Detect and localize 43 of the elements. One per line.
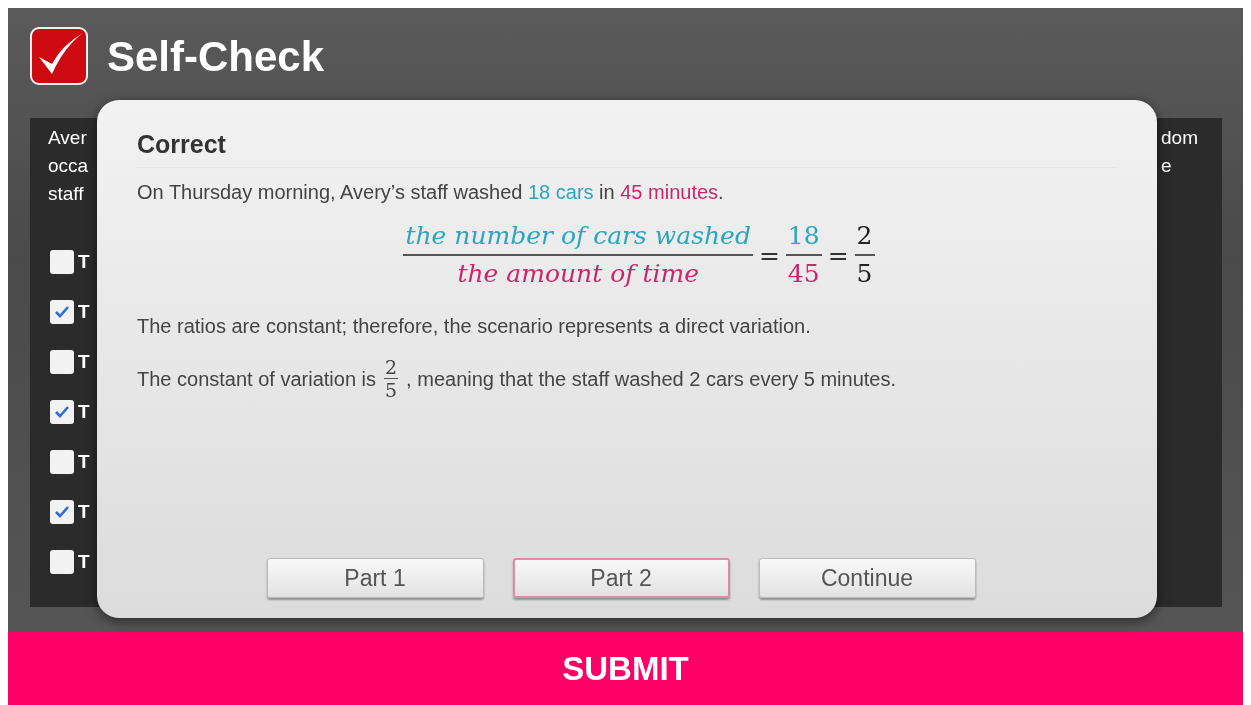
equals-sign: =: [827, 240, 849, 270]
answer-label: T: [78, 501, 90, 523]
dialog-title: Correct: [137, 130, 1117, 168]
checkmark-icon: [54, 305, 70, 319]
dialog-button[interactable]: Part 2: [512, 558, 730, 598]
question-text: dom: [1161, 126, 1198, 150]
app-title: Self-Check: [107, 36, 325, 78]
checkmark-icon: [54, 405, 70, 419]
answer-checkbox[interactable]: [50, 550, 74, 574]
constant-text: , meaning that the staff washed 2 cars every 5 minutes.: [406, 366, 896, 391]
answer-label: T: [78, 301, 90, 323]
numerator-value: 2: [384, 356, 399, 379]
constant-text: The constant of variation is: [137, 366, 376, 391]
conclusion-text: The ratios are constant; therefore, the scenario represents a direct variation.: [137, 314, 812, 338]
numerator-text: the number of cars washed: [403, 218, 753, 256]
numerator-value: 18: [785, 218, 822, 256]
answer-checkbox[interactable]: [50, 300, 74, 324]
question-text: occa: [48, 154, 90, 178]
answer-label: T: [78, 351, 90, 373]
question-text: Aver: [48, 126, 88, 150]
answer-label: T: [78, 401, 90, 423]
dialog-button[interactable]: Part 1: [266, 558, 484, 598]
answer-label: T: [78, 451, 90, 473]
answer-label: T: [78, 251, 90, 273]
numerator-value: 2: [854, 218, 875, 256]
answer-checkbox[interactable]: [50, 350, 74, 374]
question-text: staff: [48, 182, 85, 206]
answer-checkbox[interactable]: [50, 450, 74, 474]
question-text: e: [1161, 154, 1173, 178]
checkmark-logo-icon: [30, 27, 88, 85]
equals-sign: =: [758, 240, 780, 270]
statement-text: On Thursday morning, Avery’s staff washed 18 cars in 45 minutes.: [137, 180, 725, 204]
dialog-button[interactable]: Continue: [758, 558, 976, 598]
checkmark-icon: [54, 505, 70, 519]
denominator-value: 5: [384, 379, 399, 401]
answer-checkbox[interactable]: [50, 250, 74, 274]
answer-label: T: [78, 551, 90, 573]
denominator-value: 45: [786, 258, 821, 290]
denominator-value: 5: [855, 258, 874, 290]
denominator-text: the amount of time: [456, 258, 700, 290]
answer-checkbox[interactable]: [50, 400, 74, 424]
answer-checkbox[interactable]: [50, 500, 74, 524]
submit-button[interactable]: SUBMIT: [8, 632, 1243, 705]
